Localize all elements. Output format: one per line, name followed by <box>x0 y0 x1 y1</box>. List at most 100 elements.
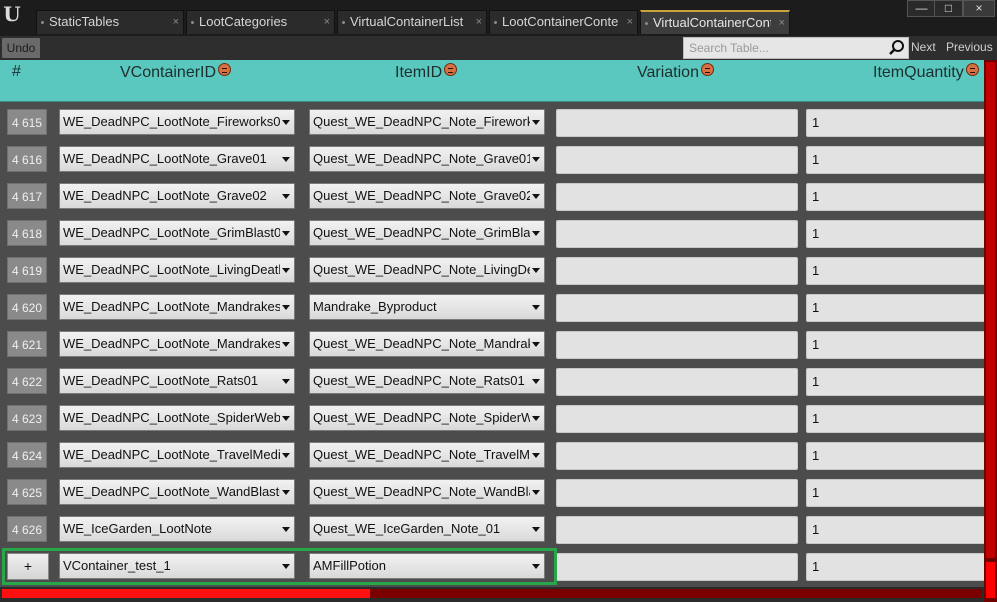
vcontainer-dropdown[interactable]: WE_DeadNPC_LootNote_SpiderWebbi <box>59 405 295 431</box>
variation-field[interactable] <box>556 479 798 507</box>
vcontainer-dropdown[interactable]: WE_DeadNPC_LootNote_WandBlast02 <box>59 479 295 505</box>
tab-virtual-container-list[interactable]: VirtualContainerList × <box>337 10 487 34</box>
item-dropdown[interactable]: Quest_WE_DeadNPC_Note_SpiderWel <box>309 405 545 431</box>
item-dropdown[interactable]: AMFillPotion <box>309 553 545 579</box>
tab-virtual-container-content[interactable]: VirtualContainerCont × <box>640 10 790 34</box>
vcontainer-dropdown[interactable]: WE_DeadNPC_LootNote_TravelMedic <box>59 442 295 468</box>
vcontainer-dropdown[interactable]: WE_DeadNPC_LootNote_Mandrakes0 <box>59 294 295 320</box>
sort-icon[interactable] <box>218 63 232 76</box>
sort-icon[interactable] <box>444 63 458 76</box>
quantity-field[interactable]: 1 <box>806 294 984 322</box>
vertical-scrollbar-thumb[interactable] <box>986 562 995 598</box>
vcontainer-dropdown[interactable]: WE_DeadNPC_LootNote_GrimBlast03 <box>59 220 295 246</box>
item-dropdown[interactable]: Quest_WE_DeadNPC_Note_Rats01 <box>309 368 545 394</box>
item-dropdown[interactable]: Quest_WE_DeadNPC_Note_Grave01 <box>309 146 545 172</box>
search-input[interactable] <box>684 38 884 58</box>
row-number[interactable]: 4 616 <box>7 146 47 172</box>
unreal-logo-icon[interactable]: U <box>2 3 22 25</box>
row-number[interactable]: 4 615 <box>7 109 47 135</box>
undo-button[interactable]: Undo <box>2 38 40 58</box>
vertical-scrollbar[interactable] <box>984 60 997 602</box>
vcontainer-dropdown[interactable]: WE_DeadNPC_LootNote_Mandrakes0 <box>59 331 295 357</box>
variation-field[interactable] <box>556 516 798 544</box>
variation-field[interactable] <box>556 331 798 359</box>
row-number[interactable]: 4 624 <box>7 442 47 468</box>
variation-field[interactable] <box>556 257 798 285</box>
column-header-variation[interactable]: Variation <box>637 63 714 82</box>
variation-field[interactable] <box>556 109 798 137</box>
quantity-field[interactable]: 1 <box>806 331 984 359</box>
item-dropdown[interactable]: Quest_WE_DeadNPC_Note_GrimBlast <box>309 220 545 246</box>
tab-loot-categories[interactable]: LootCategories × <box>186 10 335 34</box>
item-dropdown[interactable]: Quest_WE_DeadNPC_Note_Mandrake <box>309 331 545 357</box>
row-number[interactable]: 4 621 <box>7 331 47 357</box>
item-dropdown[interactable]: Mandrake_Byproduct <box>309 294 545 320</box>
tab-close-icon[interactable]: × <box>324 11 330 33</box>
row-number[interactable]: 4 618 <box>7 220 47 246</box>
quantity-field[interactable]: 1 <box>806 220 984 248</box>
quantity-field[interactable]: 1 <box>806 368 984 396</box>
item-dropdown[interactable]: Quest_WE_DeadNPC_Note_Grave02 <box>309 183 545 209</box>
previous-button[interactable]: Previous <box>946 40 993 54</box>
tab-loot-container-content[interactable]: LootContainerConten × <box>489 10 638 34</box>
search-icon[interactable] <box>888 39 906 57</box>
quantity-field[interactable]: 1 <box>806 183 984 211</box>
quantity-field[interactable]: 1 <box>806 516 984 544</box>
row-number[interactable]: 4 619 <box>7 257 47 283</box>
vcontainer-dropdown[interactable]: WE_IceGarden_LootNote <box>59 516 295 542</box>
quantity-field[interactable]: 1 <box>806 257 984 285</box>
quantity-field[interactable]: 1 <box>806 405 984 433</box>
column-header-label: ItemQuantity <box>873 64 964 81</box>
close-window-button[interactable]: × <box>963 0 995 17</box>
variation-field[interactable] <box>556 294 798 322</box>
vcontainer-dropdown[interactable]: WE_DeadNPC_LootNote_LivingDeath0 <box>59 257 295 283</box>
item-dropdown[interactable]: Quest_WE_DeadNPC_Note_Fireworks <box>309 109 545 135</box>
horizontal-scrollbar[interactable] <box>0 587 984 602</box>
vcontainer-dropdown[interactable]: WE_DeadNPC_LootNote_Grave01 <box>59 146 295 172</box>
row-number[interactable]: 4 626 <box>7 516 47 542</box>
variation-field[interactable] <box>556 442 798 470</box>
item-dropdown[interactable]: Quest_WE_IceGarden_Note_01 <box>309 516 545 542</box>
tab-close-icon[interactable]: × <box>476 11 482 33</box>
vcontainer-dropdown[interactable]: WE_DeadNPC_LootNote_Rats01 <box>59 368 295 394</box>
column-header-vcontainer[interactable]: VContainerID <box>120 63 232 82</box>
maximize-button[interactable]: □ <box>934 0 963 17</box>
row-number[interactable]: 4 617 <box>7 183 47 209</box>
vcontainer-dropdown[interactable]: VContainer_test_1 <box>59 553 295 579</box>
quantity-field[interactable]: 1 <box>806 109 984 137</box>
horizontal-scrollbar-thumb[interactable] <box>2 589 370 598</box>
vcontainer-dropdown[interactable]: WE_DeadNPC_LootNote_Fireworks02 <box>59 109 295 135</box>
item-dropdown[interactable]: Quest_WE_DeadNPC_Note_WandBlas <box>309 479 545 505</box>
row-number[interactable]: 4 622 <box>7 368 47 394</box>
tab-static-tables[interactable]: StaticTables × <box>36 10 184 34</box>
variation-field[interactable] <box>556 146 798 174</box>
quantity-field[interactable]: 1 <box>806 553 984 581</box>
row-number[interactable]: 4 625 <box>7 479 47 505</box>
variation-field[interactable] <box>556 553 798 581</box>
quantity-field[interactable]: 1 <box>806 146 984 174</box>
vcontainer-dropdown[interactable]: WE_DeadNPC_LootNote_Grave02 <box>59 183 295 209</box>
chevron-down-icon <box>282 490 290 495</box>
item-dropdown[interactable]: Quest_WE_DeadNPC_Note_TravelMec <box>309 442 545 468</box>
quantity-field[interactable]: 1 <box>806 442 984 470</box>
item-dropdown[interactable]: Quest_WE_DeadNPC_Note_LivingDea <box>309 257 545 283</box>
sort-icon[interactable] <box>700 63 714 76</box>
row-number[interactable]: 4 620 <box>7 294 47 320</box>
variation-field[interactable] <box>556 183 798 211</box>
next-button[interactable]: Next <box>911 40 936 54</box>
variation-field[interactable] <box>556 368 798 396</box>
variation-field[interactable] <box>556 405 798 433</box>
quantity-field[interactable]: 1 <box>806 479 984 507</box>
minimize-button[interactable]: — <box>907 0 936 17</box>
column-header-quantity[interactable]: ItemQuantity <box>873 63 979 82</box>
tab-close-icon[interactable]: × <box>627 11 633 33</box>
vertical-scrollbar-track[interactable] <box>986 62 995 558</box>
row-number[interactable]: 4 623 <box>7 405 47 431</box>
tab-close-icon[interactable]: × <box>779 12 785 34</box>
variation-field[interactable] <box>556 220 798 248</box>
table-row: 4 616 WE_DeadNPC_LootNote_Grave01 Quest_WE… <box>0 142 984 179</box>
tab-close-icon[interactable]: × <box>173 11 179 33</box>
sort-icon[interactable] <box>965 63 979 76</box>
add-row-button[interactable]: + <box>7 553 49 580</box>
column-header-item[interactable]: ItemID <box>395 63 458 82</box>
